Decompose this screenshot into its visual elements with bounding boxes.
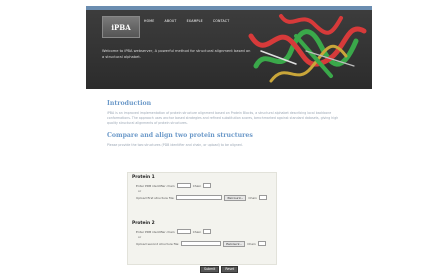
protein1-title: Protein 1 <box>132 175 155 180</box>
intro-title: Introduction <box>107 100 152 107</box>
submit-button[interactable]: Submit <box>200 266 220 273</box>
protein1-chain-input[interactable] <box>203 183 212 188</box>
ipba-logo[interactable]: iPBA <box>102 16 140 38</box>
protein1-chain2-input[interactable] <box>258 195 267 200</box>
compare-title: Compare and align two protein structures <box>107 132 253 139</box>
protein2-pdb-label: Enter PDB identifier chain <box>136 229 175 234</box>
nav-home[interactable]: HOME <box>144 19 154 23</box>
protein1-pdb-input[interactable] <box>176 183 191 188</box>
nav-contact[interactable]: CONTACT <box>213 19 230 23</box>
main-content: Introduction iPBA is an improved impleme… <box>107 100 343 153</box>
protein1-chain2-label: Chain <box>248 195 257 200</box>
protein1-pdb-label: Enter PDB identifier chain <box>136 183 175 188</box>
intro-text: iPBA is an improved implementation of pr… <box>107 111 339 125</box>
protein1-upload-label: Upload first structure file: <box>136 195 175 200</box>
protein2-upload-label: Upload second structure file: <box>136 241 180 246</box>
protein2-chain2-input[interactable] <box>257 241 266 246</box>
site-header: iPBA HOME ABOUT EXAMPLE CONTACT Welcome … <box>86 6 372 89</box>
protein2-title: Protein 2 <box>132 221 155 226</box>
protein2-browse-button[interactable]: Parcourir... <box>223 240 246 247</box>
main-nav: HOME ABOUT EXAMPLE CONTACT <box>144 19 229 23</box>
protein2-section: Protein 2 Enter PDB identifier chain Cha… <box>132 221 266 247</box>
protein1-file-input[interactable] <box>176 195 223 200</box>
compare-subtitle: Please provide the two structures (PDB i… <box>107 143 243 147</box>
protein2-chain-label: Chain <box>192 229 202 234</box>
welcome-text: Welcome to iPBA webserver, A powerful me… <box>102 49 251 59</box>
protein2-pdb-input[interactable] <box>176 229 191 234</box>
protein2-file-input[interactable] <box>181 241 222 246</box>
form-actions: Submit Reset <box>200 266 239 273</box>
reset-button[interactable]: Reset <box>221 266 239 273</box>
alignment-form: Protein 1 Enter PDB identifier chain Cha… <box>127 172 277 265</box>
protein2-chain2-label: Chain <box>247 241 256 246</box>
nav-about[interactable]: ABOUT <box>164 19 176 23</box>
protein1-chain-label: Chain <box>192 183 202 188</box>
protein2-chain-input[interactable] <box>203 229 212 234</box>
protein1-browse-button[interactable]: Parcourir... <box>224 194 247 201</box>
protein-structure-image <box>248 14 367 83</box>
protein1-section: Protein 1 Enter PDB identifier chain Cha… <box>132 175 267 201</box>
nav-example[interactable]: EXAMPLE <box>187 19 203 23</box>
